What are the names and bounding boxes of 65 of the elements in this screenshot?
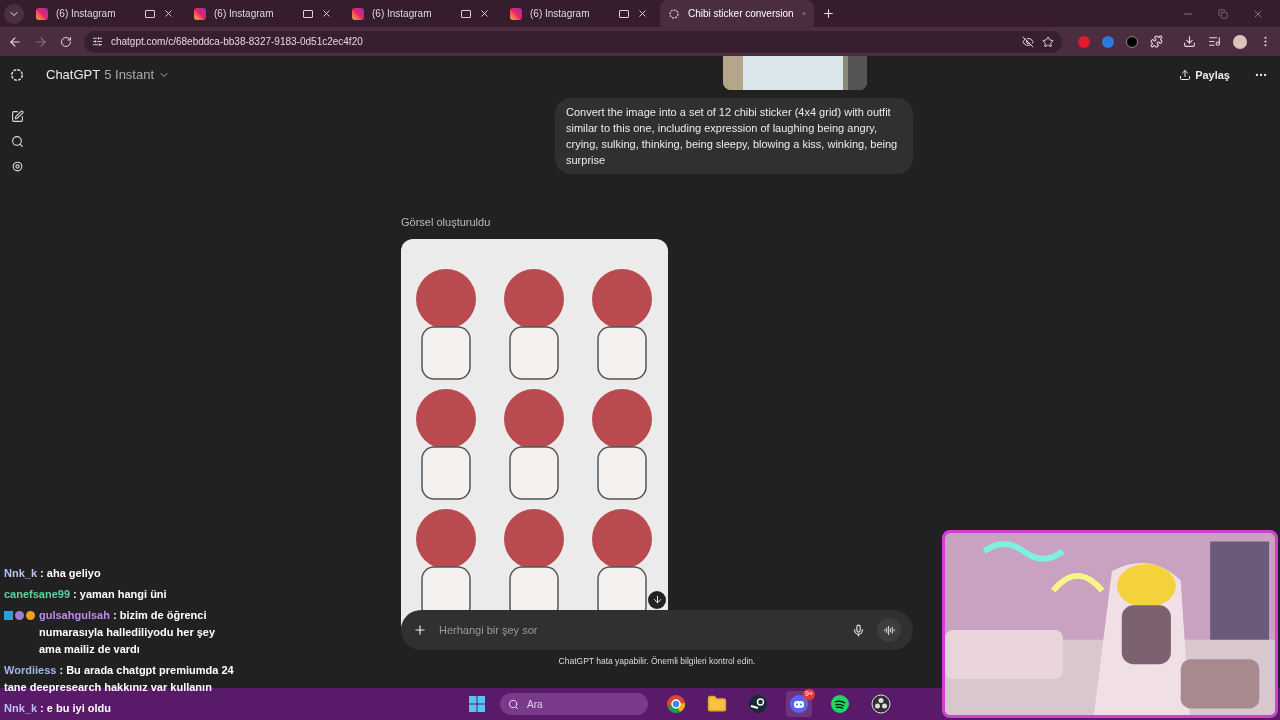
site-settings-icon[interactable] bbox=[91, 36, 103, 47]
composer-field[interactable]: Herhangi bir şey sor bbox=[401, 610, 913, 651]
extension-icon[interactable] bbox=[1102, 35, 1115, 48]
eye-slash-icon[interactable] bbox=[1022, 35, 1035, 48]
arrow-down-icon bbox=[651, 594, 663, 605]
avatar-icon[interactable] bbox=[1233, 34, 1247, 49]
taskbar-search-field[interactable]: Ara bbox=[500, 693, 648, 715]
media-icon bbox=[303, 9, 313, 18]
media-icon bbox=[461, 9, 471, 18]
prompt-field[interactable]: Herhangi bir şey sor bbox=[439, 622, 840, 639]
new-tab-icon[interactable] bbox=[822, 7, 835, 20]
reload-icon[interactable] bbox=[59, 35, 72, 48]
share-icon bbox=[1179, 69, 1192, 81]
chat-message: Nnk_k : aha geliyo bbox=[4, 566, 102, 581]
media-icon bbox=[145, 9, 155, 18]
search-input[interactable]: Ara bbox=[527, 696, 627, 712]
chat-badges-icon bbox=[4, 611, 35, 620]
disclaimer-text: ChatGPT hata yapabilir. Önemli bilgileri kontrol edin. bbox=[558, 655, 756, 668]
add-icon[interactable] bbox=[413, 623, 427, 638]
share-button[interactable]: Paylaş bbox=[1179, 66, 1230, 84]
instagram-icon bbox=[352, 7, 364, 20]
close-icon[interactable] bbox=[163, 8, 174, 19]
browser-tab[interactable]: (6) Instagram bbox=[502, 0, 656, 27]
chat-message: gulsahgulsah : bizim de öğrenci numarasıyla hallediliyodu her şey ama mailiz de vardı bbox=[39, 608, 217, 657]
instagram-icon bbox=[36, 7, 48, 20]
voice-wave-icon bbox=[883, 624, 895, 636]
media-controls-icon[interactable] bbox=[1208, 35, 1222, 48]
tab-list-button[interactable] bbox=[4, 3, 24, 24]
bookmark-star-icon[interactable] bbox=[1042, 35, 1055, 48]
close-icon[interactable] bbox=[479, 8, 490, 19]
browser-tab[interactable]: (6) Instagram bbox=[28, 0, 182, 27]
extensions-icon[interactable] bbox=[1150, 35, 1164, 48]
address-field[interactable]: chatgpt.com/c/68ebddca-bb38-8327-9183-0d51c2ec4f20 bbox=[83, 30, 1063, 53]
extension-icon[interactable] bbox=[1078, 35, 1091, 48]
browser-tab[interactable]: Chibi sticker conversion bbox=[660, 0, 814, 27]
user-message: Convert the image into a set of 12 chibi sticker (4x4 grid) with outfit similar to this one, including expression of laughing being angry, crying, sulking, thinking, being sleepy, blowing a kiss, winking, being surprise bbox=[555, 98, 913, 174]
browser-tab[interactable]: (6) Instagram bbox=[344, 0, 498, 27]
close-icon[interactable] bbox=[321, 8, 332, 19]
model-selector[interactable]: ChatGPT 5 Instant bbox=[46, 65, 171, 85]
restore-icon[interactable] bbox=[1218, 8, 1228, 19]
chat-message: Nnk_k : e bu iyi oldu bbox=[4, 701, 112, 716]
url-text: chatgpt.com/c/68ebddca-bb38-8327-9183-0d51c2ec4f20 bbox=[110, 35, 364, 49]
download-icon[interactable] bbox=[1183, 35, 1197, 48]
tab-title: Chibi sticker conversion bbox=[688, 7, 794, 21]
browser-tab[interactable]: (6) Instagram bbox=[186, 0, 340, 27]
back-icon[interactable] bbox=[8, 34, 22, 49]
media-icon bbox=[619, 9, 629, 18]
search-icon[interactable] bbox=[10, 135, 24, 148]
generated-label: Görsel oluşturuldu bbox=[401, 215, 492, 230]
instagram-icon bbox=[510, 7, 522, 20]
new-chat-icon[interactable] bbox=[10, 110, 24, 123]
chat-message: Wordiiess : Bu arada chatgpt premiumda 24 tane deepresearch hakkınız var kullanın bbox=[4, 663, 235, 695]
start-icon[interactable] bbox=[469, 696, 485, 712]
close-icon[interactable] bbox=[637, 8, 648, 19]
tab-title: (6) Instagram bbox=[372, 7, 433, 21]
tab-title: (6) Instagram bbox=[530, 7, 591, 21]
search-icon bbox=[508, 698, 519, 710]
tab-title: (6) Instagram bbox=[214, 7, 275, 21]
chat-message: canefsane99 : yaman hangi üni bbox=[4, 587, 168, 602]
extension-icon[interactable] bbox=[1126, 35, 1139, 48]
tab-title: (6) Instagram bbox=[56, 7, 117, 21]
voice-mode-button[interactable] bbox=[877, 618, 901, 643]
forward-icon[interactable] bbox=[33, 34, 48, 49]
microphone-icon[interactable] bbox=[852, 623, 865, 637]
instagram-icon bbox=[194, 7, 206, 20]
